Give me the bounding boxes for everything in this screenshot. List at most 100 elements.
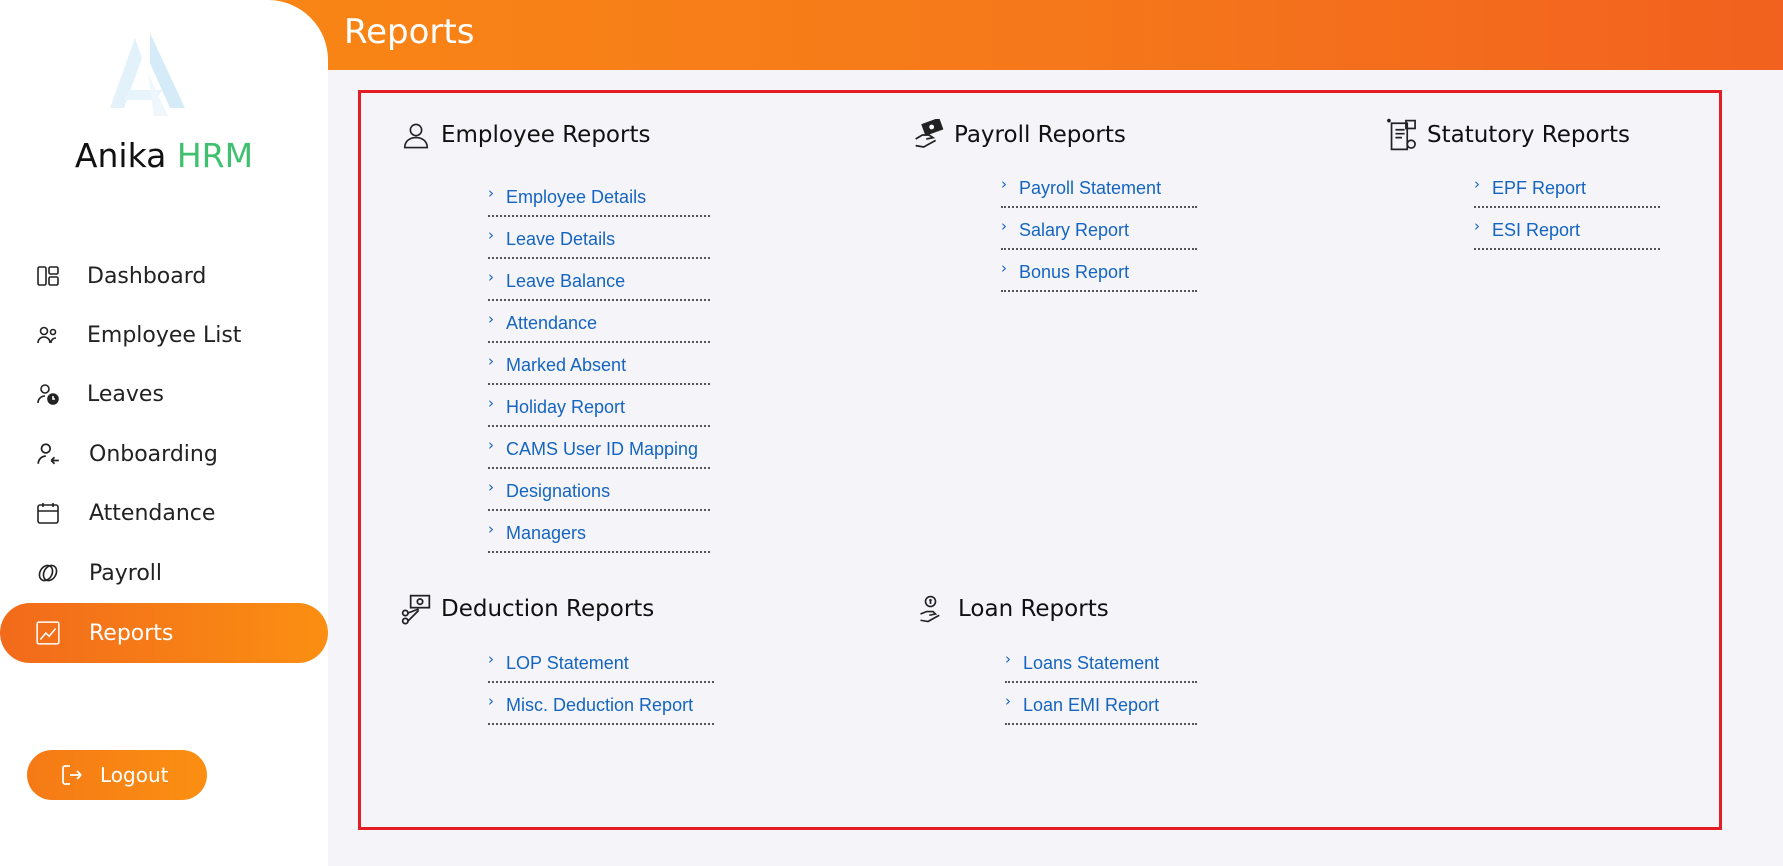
chevron-right-icon: › (488, 184, 494, 202)
loan-report-links: › Loans Statement › Loan EMI Report (1005, 641, 1197, 725)
link-label: Holiday Report (506, 397, 626, 417)
sidebar-item-attendance[interactable]: Attendance (0, 483, 328, 543)
payroll-report-links: › Payroll Statement › Salary Report › Bonus… (1001, 166, 1197, 292)
report-link-holiday-report[interactable]: › Holiday Report (488, 385, 710, 427)
chevron-right-icon: › (488, 520, 494, 538)
link-label: LOP Statement (506, 653, 629, 673)
calendar-icon (34, 499, 62, 527)
sidebar-item-leaves[interactable]: Leaves (0, 364, 328, 424)
chevron-right-icon: › (488, 650, 494, 668)
report-link-misc-deduction-report[interactable]: › Misc. Deduction Report (488, 683, 714, 725)
payroll-icon (34, 559, 62, 587)
document-icon (1385, 118, 1419, 152)
chevron-right-icon: › (488, 352, 494, 370)
sidebar-item-label: Payroll (89, 560, 163, 586)
link-label: EPF Report (1492, 178, 1587, 198)
chevron-right-icon: › (488, 394, 494, 412)
sidebar-item-label: Dashboard (87, 263, 207, 289)
report-link-bonus-report[interactable]: › Bonus Report (1001, 250, 1197, 292)
report-link-loans-statement[interactable]: › Loans Statement (1005, 641, 1197, 683)
link-label: Marked Absent (506, 355, 627, 375)
logout-button[interactable]: Logout (27, 750, 207, 800)
report-link-payroll-statement[interactable]: › Payroll Statement (1001, 166, 1197, 208)
link-label: Managers (506, 523, 587, 543)
section-header: Employee Reports (399, 115, 650, 155)
user-arrow-icon (34, 440, 62, 468)
link-label: ESI Report (1492, 220, 1581, 240)
employee-icon (399, 118, 433, 152)
dashboard-icon (34, 262, 62, 290)
link-label: Loan EMI Report (1023, 695, 1160, 715)
sidebar-item-label: Leaves (87, 381, 164, 407)
section-header: Payroll Reports (912, 115, 1126, 155)
report-link-loan-emi-report[interactable]: › Loan EMI Report (1005, 683, 1197, 725)
sidebar-item-employee-list[interactable]: Employee List (0, 305, 328, 365)
sidebar-item-onboarding[interactable]: Onboarding (0, 424, 328, 484)
sidebar-item-label: Onboarding (89, 441, 218, 467)
section-header: Loan Reports (916, 589, 1109, 629)
chevron-right-icon: › (1474, 217, 1480, 235)
chevron-right-icon: › (488, 268, 494, 286)
report-link-salary-report[interactable]: › Salary Report (1001, 208, 1197, 250)
report-link-employee-details[interactable]: › Employee Details (488, 175, 710, 217)
logo-icon (110, 33, 185, 116)
statutory-report-links: › EPF Report › ESI Report (1474, 166, 1660, 250)
brand-highlight: HRM (176, 136, 254, 175)
link-label: Loans Statement (1023, 653, 1160, 673)
money-hand-icon (912, 118, 946, 152)
section-title: Statutory Reports (1427, 122, 1631, 148)
chevron-right-icon: › (488, 478, 494, 496)
chevron-right-icon: › (488, 692, 494, 710)
logout-label: Logout (100, 763, 169, 787)
users-icon (34, 321, 62, 349)
chevron-right-icon: › (1005, 692, 1011, 710)
report-link-cams-user-id-mapping[interactable]: › CAMS User ID Mapping (488, 427, 710, 469)
link-label: CAMS User ID Mapping (506, 439, 699, 459)
employee-report-links: › Employee Details › Leave Details › Leave … (488, 175, 710, 553)
report-link-managers[interactable]: › Managers (488, 511, 710, 553)
link-label: Payroll Statement (1019, 178, 1162, 198)
chevron-right-icon: › (1474, 175, 1480, 193)
sidebar-item-label: Employee List (87, 322, 242, 348)
reports-chart-icon (34, 619, 62, 647)
brand-text: Anika (74, 136, 167, 175)
report-link-lop-statement[interactable]: › LOP Statement (488, 641, 714, 683)
link-label: Attendance (506, 313, 598, 333)
link-label: Leave Details (506, 229, 616, 249)
report-link-marked-absent[interactable]: › Marked Absent (488, 343, 710, 385)
report-link-esi-report[interactable]: › ESI Report (1474, 208, 1660, 250)
section-title: Employee Reports (441, 122, 651, 148)
brand-name: Anika HRM (0, 136, 328, 175)
reports-panel: Employee Reports › Employee Details › Leav… (358, 90, 1722, 830)
coin-hand-icon (916, 592, 950, 626)
link-label: Salary Report (1019, 220, 1130, 240)
link-label: Employee Details (506, 187, 647, 207)
sidebar: Anika HRM Dashboard Employee List Leaves (0, 0, 328, 866)
sidebar-item-payroll[interactable]: Payroll (0, 543, 328, 603)
chevron-right-icon: › (1005, 650, 1011, 668)
page-title: Reports (344, 12, 475, 52)
sidebar-item-dashboard[interactable]: Dashboard (0, 246, 328, 306)
section-title: Payroll Reports (954, 122, 1126, 148)
report-link-leave-details[interactable]: › Leave Details (488, 217, 710, 259)
report-link-epf-report[interactable]: › EPF Report (1474, 166, 1660, 208)
link-label: Bonus Report (1019, 262, 1130, 282)
chevron-right-icon: › (488, 436, 494, 454)
chevron-right-icon: › (1001, 175, 1007, 193)
link-label: Leave Balance (506, 271, 626, 291)
section-title: Loan Reports (958, 596, 1109, 622)
report-link-designations[interactable]: › Designations (488, 469, 710, 511)
chevron-right-icon: › (488, 310, 494, 328)
report-link-leave-balance[interactable]: › Leave Balance (488, 259, 710, 301)
chevron-right-icon: › (1001, 259, 1007, 277)
report-link-attendance[interactable]: › Attendance (488, 301, 710, 343)
cash-scissors-icon (399, 592, 433, 626)
sidebar-item-label: Attendance (89, 500, 216, 526)
deduction-report-links: › LOP Statement › Misc. Deduction Report (488, 641, 714, 725)
section-header: Deduction Reports (399, 589, 654, 629)
chevron-right-icon: › (488, 226, 494, 244)
section-title: Deduction Reports (441, 596, 655, 622)
section-header: Statutory Reports (1385, 115, 1630, 155)
sidebar-item-reports[interactable]: Reports (0, 603, 328, 663)
link-label: Misc. Deduction Report (506, 695, 694, 715)
